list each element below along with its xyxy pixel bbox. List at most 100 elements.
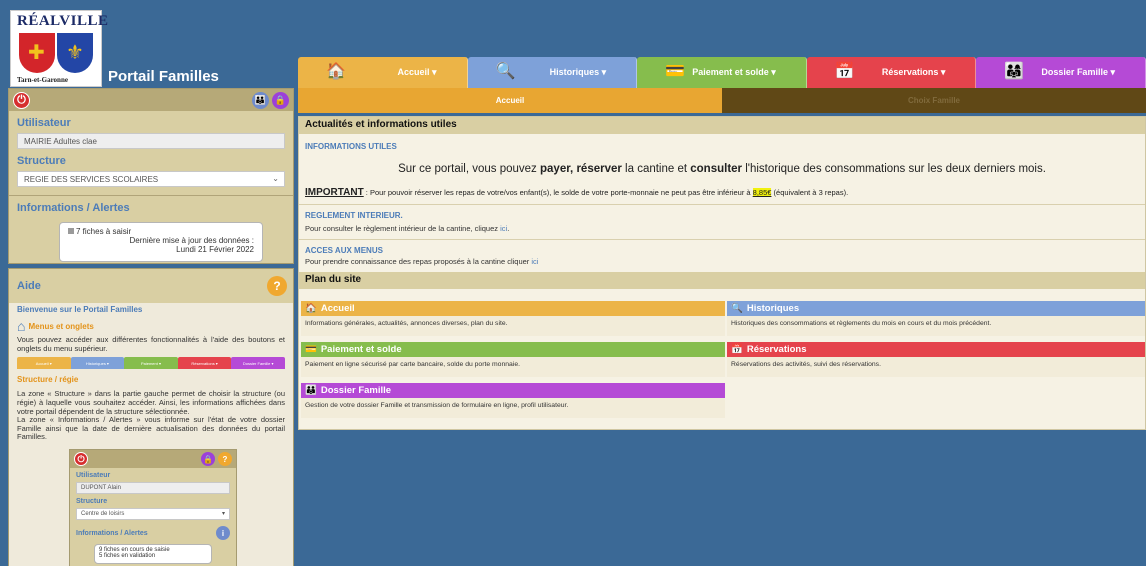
- plan-accueil-title: Accueil: [320, 303, 355, 314]
- lock-icon[interactable]: 🔒: [272, 91, 289, 109]
- tab-accueil[interactable]: 🏠 Accueil ▾: [298, 57, 468, 88]
- example-structure-label: Structure: [76, 498, 108, 505]
- important-text: : Pour pouvoir réserver les repas de vot…: [363, 188, 753, 197]
- alerts-help-text: La zone « Informations / Alertes » vous …: [17, 415, 285, 442]
- menus-title-row: ⌂ Menus et onglets: [9, 318, 293, 334]
- plan-paiement[interactable]: 💳 Paiement et solde Paiement en ligne séc…: [301, 342, 725, 377]
- site-plan-grid: 🏠 Accueil Informations générales, actuali…: [301, 301, 1145, 418]
- tab-reservations[interactable]: 📅 Réservations ▾: [806, 57, 977, 88]
- mini-tab-accueil: Accueil ▾: [17, 357, 71, 370]
- important-text-end: (équivalent à 3 repas).: [771, 188, 849, 197]
- logout-power-icon[interactable]: ⏻: [13, 91, 30, 109]
- menus-access-text: Pour prendre connaissance des repas prop…: [305, 257, 532, 266]
- important-label: IMPORTANT: [305, 187, 364, 198]
- document-icon: [68, 228, 74, 234]
- plan-accueil-desc: Informations générales, actualités, anno…: [301, 316, 725, 336]
- magnifier-icon: 🔍: [495, 63, 516, 80]
- magnifier-icon: 🔍: [731, 303, 743, 314]
- plan-dossier[interactable]: 👪 Dossier Famille Gestion de votre dossie…: [301, 383, 725, 418]
- example-alerts-item2: 5 fiches en validation: [99, 553, 156, 559]
- family-icon: 👨‍👩‍👧: [1004, 63, 1025, 80]
- example-lock-icon: 🔒: [201, 452, 215, 466]
- menus-access-link[interactable]: ici: [531, 257, 538, 266]
- plan-empty-cell: [727, 383, 1145, 418]
- alerts-label: Informations / Alertes: [17, 202, 130, 214]
- structure-help-text: La zone « Structure » dans la partie gau…: [17, 389, 285, 416]
- credit-card-icon: 💳: [665, 63, 686, 80]
- fleur-de-lis-shield-icon: [57, 33, 93, 73]
- example-panel: ⏻ 🔒 ? Utilisateur DUPONT Alain Structure…: [69, 449, 237, 566]
- plan-dossier-desc: Gestion de votre dossier Famille et tran…: [301, 398, 725, 418]
- plan-dossier-title: Dossier Famille: [320, 385, 392, 396]
- tab-dossier-famille[interactable]: 👨‍👩‍👧 Dossier Famille ▾: [976, 57, 1146, 88]
- tab-dossier-label: Dossier Famille ▾: [1041, 67, 1115, 77]
- tab-historiques-label: Historiques ▾: [549, 67, 607, 77]
- reglement-end: .: [507, 224, 510, 233]
- question-icon[interactable]: ?: [267, 276, 287, 296]
- plan-historiques-title: Historiques: [746, 303, 800, 314]
- reglement-text: Pour consulter le règlement intérieur de…: [305, 224, 501, 233]
- structure-help-title: Structure / régie: [17, 375, 79, 385]
- help-title: Aide: [17, 280, 41, 292]
- plan-reservations-head: 📅 Réservations: [727, 342, 1145, 357]
- user-label: Utilisateur: [17, 117, 71, 129]
- plan-reservations[interactable]: 📅 Réservations Réservations des activités…: [727, 342, 1145, 377]
- logo-tagline: Tarn-et-Garonne: [17, 76, 68, 84]
- info-title: INFORMATIONS UTILES: [305, 142, 397, 151]
- plan-reservations-desc: Réservations des activités, suivi des ré…: [727, 357, 1145, 377]
- example-chevron-icon: ▾: [221, 511, 225, 517]
- calendar-icon: 📅: [834, 63, 855, 80]
- alerts-fiches[interactable]: 7 fiches à saisir: [68, 227, 254, 236]
- mini-tab-historiques: Historiques ▾: [70, 357, 125, 370]
- sub-nav: Accueil Choix Famille: [298, 88, 1146, 113]
- reglement-row: Pour consulter le règlement intérieur de…: [305, 224, 1139, 233]
- news-title: Actualités et informations utiles: [299, 117, 1145, 134]
- alerts-update-date: Lundi 21 Février 2022: [176, 245, 254, 254]
- example-structure-value: Centre de loisirs: [81, 511, 125, 517]
- important-notice: IMPORTANT : Pour pouvoir réserver les re…: [299, 187, 1145, 198]
- example-info-icon: i: [216, 526, 230, 540]
- help-bar: Aide ?: [9, 269, 293, 303]
- occitan-cross-shield-icon: [19, 33, 55, 73]
- plan-title: Plan du site: [299, 272, 1145, 289]
- info-line-b1: payer, réserver: [540, 163, 622, 175]
- plan-historiques-head: 🔍 Historiques: [727, 301, 1145, 316]
- example-user-label: Utilisateur: [76, 472, 111, 479]
- subtab-choix-famille[interactable]: Choix Famille: [722, 88, 1146, 113]
- chevron-down-icon: ⌄: [272, 174, 279, 183]
- tab-paiement-label: Paiement et solde ▾: [692, 67, 776, 77]
- alerts-box: 7 fiches à saisir Dernière mise à jour d…: [59, 222, 263, 262]
- family-icon: 👪: [305, 385, 317, 396]
- alerts-fiches-text: 7 fiches à saisir: [76, 227, 132, 236]
- home-icon: 🏠: [326, 63, 346, 80]
- mini-tab-dossier: Dossier Famille ▾: [231, 357, 285, 370]
- menus-title: Menus et onglets: [28, 321, 94, 331]
- home-icon: ⌂: [17, 318, 26, 334]
- subtab-accueil[interactable]: Accueil: [298, 88, 722, 113]
- example-alerts-label: Informations / Alertes: [76, 529, 148, 537]
- mini-tab-reservations: Réservations ▾: [177, 357, 232, 370]
- left-user-panel: ⏻ 👪 🔒 Utilisateur MAIRIE Adultes clae St…: [8, 88, 294, 264]
- main-nav: 🏠 Accueil ▾ 🔍 Historiques ▾ 💳 Paiement e…: [298, 57, 1146, 88]
- menus-access-title: ACCES AUX MENUS: [305, 246, 383, 255]
- plan-historiques[interactable]: 🔍 Historiques Historiques des consommatio…: [727, 301, 1145, 336]
- menus-text: Vous pouvez accéder aux différentes fonc…: [17, 335, 285, 353]
- plan-accueil[interactable]: 🏠 Accueil Informations générales, actuali…: [301, 301, 725, 336]
- example-alerts-box: 9 fiches en cours de saisie 5 fiches en …: [94, 544, 212, 564]
- tab-historiques[interactable]: 🔍 Historiques ▾: [467, 57, 638, 88]
- plan-accueil-head: 🏠 Accueil: [301, 301, 725, 316]
- plan-dossier-head: 👪 Dossier Famille: [301, 383, 725, 398]
- info-line-p3: l'historique des consommations sur les d…: [742, 163, 1046, 175]
- mini-tab-paiement: Paiement ▾: [124, 357, 178, 370]
- structure-select[interactable]: REGIE DES SERVICES SCOLAIRES ⌄: [17, 171, 285, 187]
- tab-paiement[interactable]: 💳 Paiement et solde ▾: [637, 57, 807, 88]
- family-users-icon[interactable]: 👪: [252, 91, 269, 109]
- plan-paiement-head: 💳 Paiement et solde: [301, 342, 725, 357]
- important-amount: 8,85€: [752, 188, 772, 197]
- calendar-icon: 📅: [731, 344, 743, 355]
- tab-reservations-label: Réservations ▾: [881, 67, 946, 77]
- plan-paiement-desc: Paiement en ligne sécurisé par carte ban…: [301, 357, 725, 377]
- portal-title: Portail Familles: [108, 68, 219, 85]
- info-line-b2: consulter: [690, 163, 743, 175]
- credit-card-icon: 💳: [305, 344, 317, 355]
